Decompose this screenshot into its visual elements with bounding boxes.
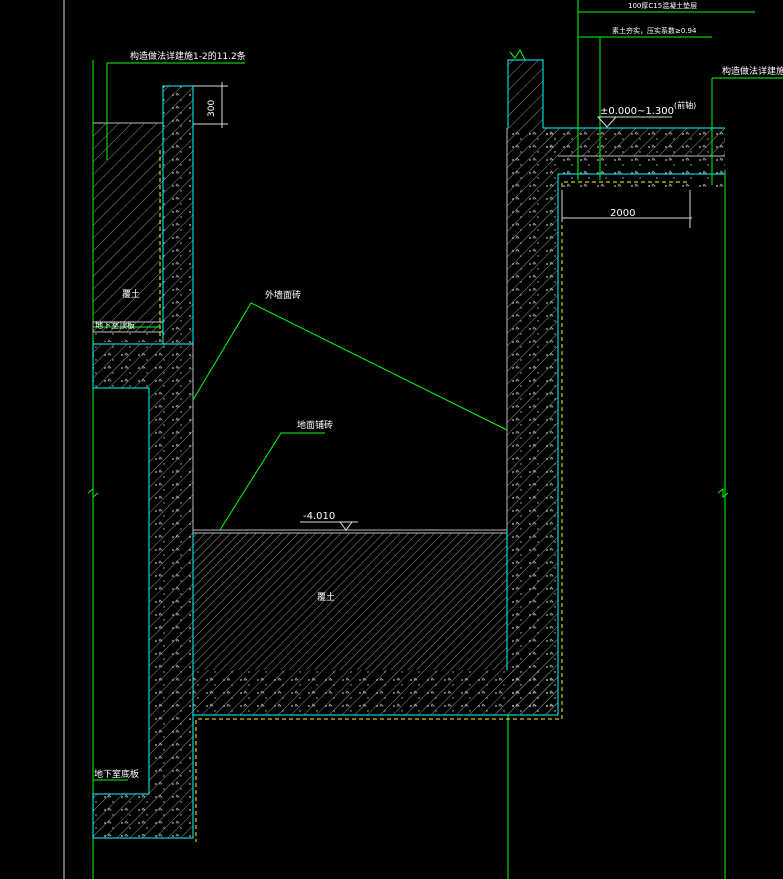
outer-wall-finish-label: 外墙面砖 [265, 289, 301, 301]
spec-text-top-2: 素土夯实，压实系数≥0.94 [612, 26, 697, 35]
dimension-2000-label: 2000 [610, 208, 635, 219]
construction-note-right: 构造做法详建施 [722, 65, 783, 77]
elevation-top-suffix: (前轴) [674, 100, 696, 110]
elevation-top-label: ±0.000~1.300 [600, 106, 674, 117]
break-mark-right [717, 487, 729, 499]
spec-text-top-1: 100厚C15混凝土垫层 [628, 1, 697, 10]
left-structure [92, 343, 194, 839]
right-top-slab [543, 127, 725, 194]
dimension-300-label: 300 [207, 100, 217, 117]
left-parapet [159, 85, 194, 344]
right-parapet [507, 48, 544, 128]
section-drawing: 100厚C15混凝土垫层 素土夯实，压实系数≥0.94 构造做法详建施1-2的1… [63, 0, 783, 879]
fill-label-upper: 覆土 [122, 288, 140, 300]
basement-roof-label: 地下室顶板 [95, 320, 135, 330]
construction-note-left: 构造做法详建施1-2的11.2条 [130, 50, 246, 62]
elevation-floor-label: -4.010 [303, 511, 335, 522]
right-wall [506, 128, 563, 719]
basement-floor-label: 地下室底板 [94, 768, 139, 780]
pit-outline [192, 128, 508, 531]
elevation-marker-top [596, 116, 672, 128]
break-mark-left [87, 487, 99, 499]
floor-finish-label: 地面铺砖 [297, 419, 333, 431]
elevation-marker-floor [300, 521, 358, 531]
lower-fill [192, 529, 508, 670]
bottom-slab [193, 670, 562, 842]
fill-label-lower: 覆土 [317, 591, 335, 603]
